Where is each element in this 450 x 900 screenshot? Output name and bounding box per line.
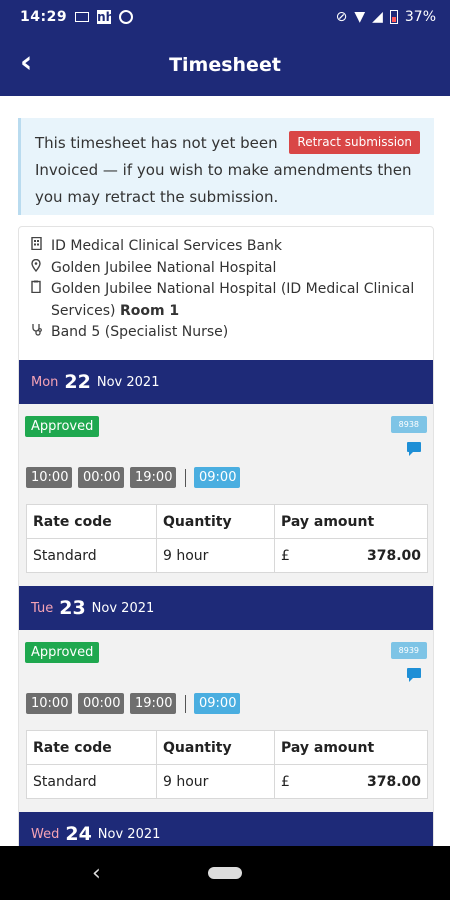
rate-code: Standard [26, 538, 157, 573]
home-pill[interactable] [208, 867, 242, 879]
assignment-info: ID Medical Clinical Services Bank Golden… [19, 227, 433, 344]
divider [185, 468, 186, 487]
battery-level: 37% [404, 9, 436, 25]
rates-table: Rate code Quantity Pay amount Standard 9… [26, 504, 428, 573]
stethoscope-icon [31, 322, 51, 344]
timesheet-card: ID Medical Clinical Services Bank Golden… [18, 226, 434, 876]
column-header: Rate code [26, 504, 157, 539]
amount-value: 378.00 [366, 547, 421, 564]
status-badge: Approved [25, 416, 100, 437]
day-of-week: Mon [31, 374, 59, 390]
table-row: Standard 9 hour £378.00 [26, 538, 428, 573]
day-header-tue[interactable]: Tue 23 Nov 2021 [19, 586, 433, 630]
currency: £ [281, 547, 290, 564]
reference-badge: 8939 [390, 642, 427, 659]
back-button[interactable]: ‹ [20, 48, 32, 78]
pay-amount: £378.00 [274, 538, 428, 573]
status-time: 14:29 [20, 9, 68, 25]
comment-icon[interactable] [407, 442, 421, 456]
location-pin-icon [31, 258, 51, 280]
column-header: Quantity [156, 730, 275, 765]
nhs-app-icon: nhs [97, 10, 122, 24]
end-time: 19:00 [130, 693, 176, 714]
battery-icon [389, 10, 398, 24]
status-badge: Approved [25, 642, 100, 663]
clipboard-icon [31, 279, 51, 301]
total-hours: 09:00 [194, 693, 240, 714]
day-of-week: Wed [31, 826, 60, 842]
quantity: 9 hour [156, 538, 275, 573]
month-year: Nov 2021 [96, 374, 160, 390]
shift-times: 10:00 00:00 19:00 09:00 [26, 693, 246, 714]
amount-value: 378.00 [366, 773, 421, 790]
currency: £ [281, 773, 290, 790]
day-header-mon[interactable]: Mon 22 Nov 2021 [19, 360, 433, 404]
break-time: 00:00 [78, 693, 124, 714]
sync-icon [119, 10, 134, 24]
day-number: 24 [65, 823, 92, 845]
month-year: Nov 2021 [97, 826, 161, 842]
day-entry-tue: Approved 8939 10:00 00:00 19:00 09:00 Ra… [19, 630, 433, 812]
divider [185, 694, 186, 713]
building-icon [31, 236, 51, 258]
ward-name: Golden Jubilee National Hospital (ID Med… [51, 281, 415, 319]
total-hours: 09:00 [194, 467, 240, 488]
reference-badge: 8938 [390, 416, 427, 433]
start-time: 10:00 [26, 467, 72, 488]
rates-table: Rate code Quantity Pay amount Standard 9… [26, 730, 428, 799]
column-header: Pay amount [274, 730, 428, 765]
mail-icon [75, 12, 90, 22]
break-time: 00:00 [78, 467, 124, 488]
quantity: 9 hour [156, 764, 275, 799]
column-header: Quantity [156, 504, 275, 539]
wifi-icon: ▼ [354, 9, 366, 25]
hospital-name: Golden Jubilee National Hospital [51, 259, 277, 276]
rate-code: Standard [26, 764, 157, 799]
band-grade: Band 5 (Specialist Nurse) [51, 324, 229, 340]
signal-icon: ◢ [372, 9, 383, 25]
page-title: Timesheet [169, 54, 281, 76]
shift-times: 10:00 00:00 19:00 09:00 [26, 467, 246, 488]
day-of-week: Tue [31, 600, 54, 616]
day-number: 22 [64, 371, 91, 393]
day-entry-mon: Approved 8938 10:00 00:00 19:00 09:00 Ra… [19, 404, 433, 586]
mute-icon: ⊘ [335, 9, 348, 25]
nav-back-icon[interactable]: ‹ [92, 861, 101, 886]
month-year: Nov 2021 [91, 600, 155, 616]
end-time: 19:00 [130, 467, 176, 488]
retract-submission-button[interactable]: Retract submission [289, 131, 420, 154]
status-bar: 14:29 nhs ⊘ ▼ ◢ 37% [0, 0, 450, 34]
app-bar: ‹ Timesheet [0, 34, 450, 96]
bank-name: ID Medical Clinical Services Bank [51, 238, 283, 254]
column-header: Pay amount [274, 504, 428, 539]
day-number: 23 [59, 597, 86, 619]
table-row: Standard 9 hour £378.00 [26, 764, 428, 799]
pay-amount: £378.00 [274, 764, 428, 799]
column-header: Rate code [26, 730, 157, 765]
start-time: 10:00 [26, 693, 72, 714]
table-header-row: Rate code Quantity Pay amount [26, 504, 428, 539]
system-nav-bar: ‹ [0, 846, 450, 900]
table-header-row: Rate code Quantity Pay amount [26, 730, 428, 765]
invoice-notice: Retract submission This timesheet has no… [18, 118, 434, 215]
comment-icon[interactable] [407, 668, 421, 682]
